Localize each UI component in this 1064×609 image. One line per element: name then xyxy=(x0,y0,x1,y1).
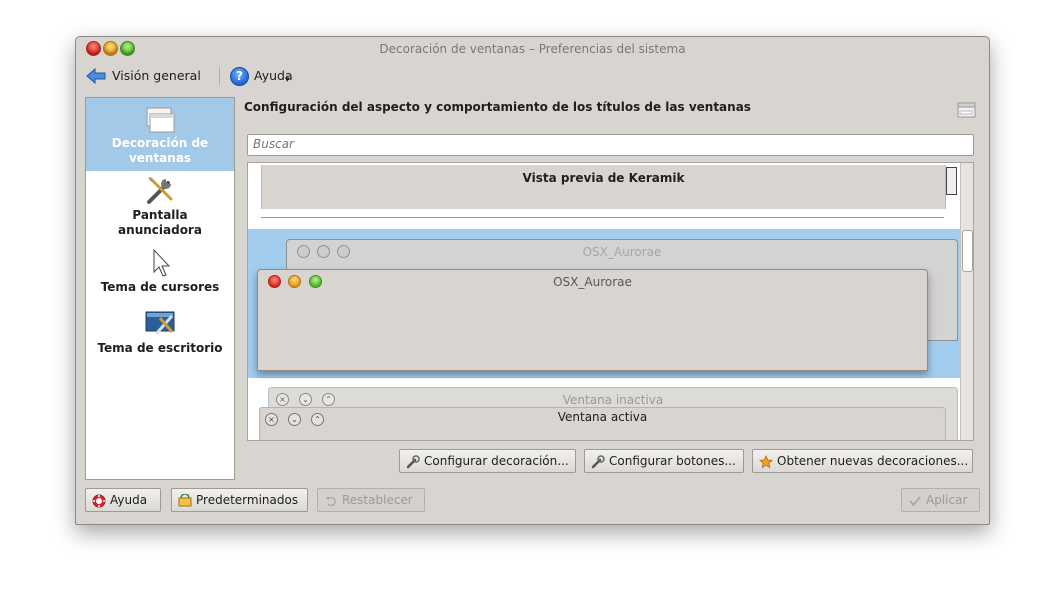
sidebar-item-label: Tema de escritorio xyxy=(97,341,223,355)
keramik-preview-label: Vista previa de Keramik xyxy=(522,171,685,185)
divider xyxy=(261,217,944,218)
configure-buttons-label: Configurar botones... xyxy=(609,454,736,468)
sidebar-item-cursor-theme[interactable]: Tema de cursores xyxy=(86,248,234,300)
overview-label: Visión general xyxy=(112,68,201,83)
sidebar-item-label: Decoración de ventanas xyxy=(111,136,209,165)
sidebar-item-label: Pantalla anunciadora xyxy=(118,208,202,237)
wrench-icon xyxy=(406,454,420,468)
help-button-label: Ayuda xyxy=(110,493,148,507)
active-window-title: Ventana activa xyxy=(557,410,648,424)
page-title: Configuración del aspecto y comportamien… xyxy=(244,100,751,114)
cursor-icon xyxy=(153,248,171,277)
scrollbar-thumb[interactable] xyxy=(962,230,973,272)
dropdown-caret-icon: ▾ xyxy=(285,75,290,85)
sidebar: Decoración de ventanas Pantalla anunciad… xyxy=(85,97,235,480)
system-settings-window: Decoración de ventanas – Preferencias de… xyxy=(75,36,990,525)
restore-defaults-icon xyxy=(178,493,192,506)
defaults-button-label: Predeterminados xyxy=(196,493,299,507)
reset-button-label: Restablecer xyxy=(342,493,413,507)
list-item[interactable]: OSX_Aurorae OSX_Aurorae xyxy=(248,229,960,378)
preview-scrollbar[interactable] xyxy=(960,163,973,440)
wrench-icon xyxy=(591,454,605,468)
apply-button[interactable]: Aplicar xyxy=(901,488,980,512)
undo-icon xyxy=(326,496,336,506)
back-arrow-icon xyxy=(86,68,106,84)
apply-button-label: Aplicar xyxy=(926,493,968,507)
configure-decoration-button[interactable]: Configurar decoración... xyxy=(399,449,576,473)
get-new-decorations-label: Obtener nuevas decoraciones... xyxy=(777,454,969,468)
get-new-decorations-button[interactable]: Obtener nuevas decoraciones... xyxy=(752,449,973,473)
reset-button[interactable]: Restablecer xyxy=(317,488,425,512)
window-title: Decoración de ventanas – Preferencias de… xyxy=(379,42,686,56)
configure-decoration-label: Configurar decoración... xyxy=(424,454,569,468)
active-window-preview: OSX_Aurorae xyxy=(257,269,928,371)
sidebar-item-desktop-theme[interactable]: Tema de escritorio xyxy=(86,308,234,360)
active-window-preview: × ⌄ ⌃ Ventana activa xyxy=(259,407,946,440)
title-bar[interactable]: Decoración de ventanas – Preferencias de… xyxy=(76,37,989,61)
overview-button[interactable]: Visión general xyxy=(86,65,208,87)
sidebar-item-label: Tema de cursores xyxy=(100,280,220,294)
window-decoration-icon xyxy=(146,107,175,133)
decoration-preview-list[interactable]: Vista previa de Keramik OSX_Aurorae OSX_… xyxy=(247,162,974,441)
help-icon: ? xyxy=(230,67,249,86)
inactive-window-title: Ventana inactiva xyxy=(562,393,664,407)
search-field[interactable] xyxy=(247,134,974,156)
sidebar-item-window-decoration[interactable]: Decoración de ventanas xyxy=(86,98,234,171)
help-button[interactable]: Ayuda xyxy=(85,488,161,512)
keramik-preview: Vista previa de Keramik xyxy=(261,165,957,209)
preview-scroll-indicator xyxy=(946,167,957,195)
list-item[interactable]: Vista previa de Keramik xyxy=(248,163,960,227)
checkmark-icon xyxy=(909,495,921,507)
search-input[interactable] xyxy=(248,135,973,153)
desktop-theme-icon xyxy=(145,311,175,335)
configure-buttons-button[interactable]: Configurar botones... xyxy=(584,449,744,473)
defaults-button[interactable]: Predeterminados xyxy=(171,488,308,512)
inactive-window-title: OSX_Aurorae xyxy=(582,245,662,259)
help-lifebuoy-icon xyxy=(92,494,106,507)
active-window-title: OSX_Aurorae xyxy=(553,275,632,289)
list-item[interactable]: × ⌄ ⌃ Ventana inactiva × ⌄ ⌃ Ventana act… xyxy=(248,379,960,440)
star-icon xyxy=(759,454,773,468)
tools-icon xyxy=(147,177,173,204)
window-decoration-icon xyxy=(957,102,976,118)
sidebar-item-splash-screen[interactable]: Pantalla anunciadora xyxy=(86,174,234,240)
help-menu-button[interactable]: ? Ayuda ▾ xyxy=(230,65,304,87)
toolbar-separator xyxy=(219,67,220,85)
